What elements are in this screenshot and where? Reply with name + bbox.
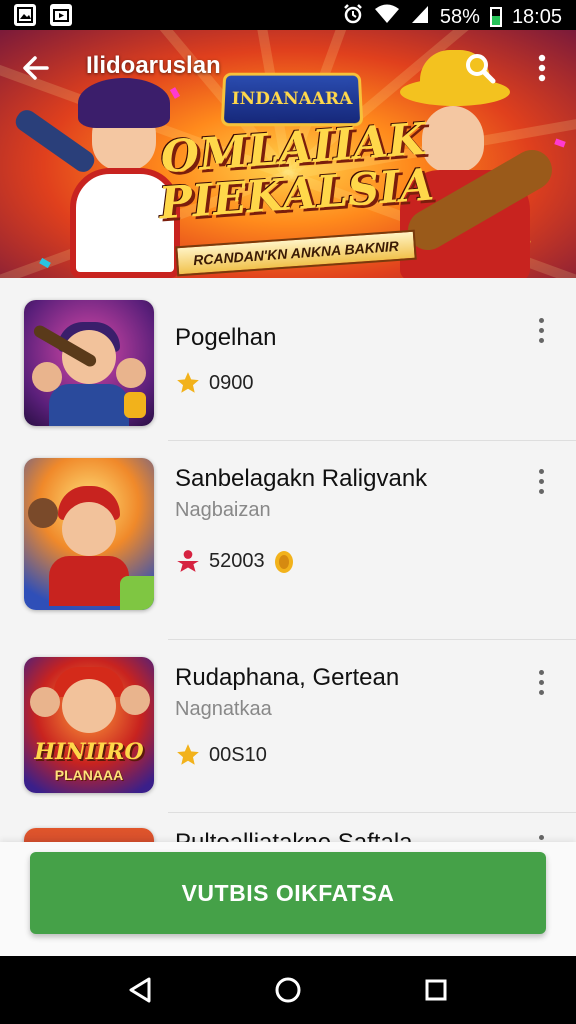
circle-home-icon xyxy=(274,976,302,1004)
banner-ribbon: RCANDAN'KN ANKNA BAKNIR xyxy=(175,230,417,277)
system-nav-bar xyxy=(0,956,576,1024)
status-bar: 58% 18:05 xyxy=(0,0,576,30)
arrow-left-icon xyxy=(21,53,51,83)
more-vertical-icon xyxy=(539,670,544,675)
item-title: Pultoalliatakne Saftala xyxy=(175,829,413,842)
battery-icon xyxy=(490,7,502,27)
thumbnail-caption-sub: PLANAAA xyxy=(34,767,144,783)
person-icon xyxy=(175,548,201,574)
more-vertical-icon xyxy=(539,318,544,323)
clock: 18:05 xyxy=(512,6,562,29)
item-menu-button[interactable] xyxy=(526,662,556,702)
item-count: 0900 xyxy=(209,372,254,395)
more-vertical-icon xyxy=(539,469,544,474)
triangle-back-icon xyxy=(127,976,153,1004)
item-count: 00S10 xyxy=(209,744,267,767)
item-menu-button[interactable] xyxy=(526,827,556,842)
battery-level xyxy=(492,16,500,25)
wifi-icon xyxy=(374,4,400,30)
item-count: 52003 xyxy=(209,550,265,573)
item-title: Pogelhan xyxy=(175,324,276,352)
item-subtitle: Nagnatkaa xyxy=(175,698,272,721)
game-thumbnail xyxy=(24,300,154,426)
nav-recents-button[interactable] xyxy=(416,970,456,1010)
nav-home-button[interactable] xyxy=(268,970,308,1010)
primary-action-button[interactable]: VUTBIS OIKFATSA xyxy=(30,852,546,934)
list-item[interactable]: Pogelhan 0900 xyxy=(0,278,576,440)
item-meta: 52003 xyxy=(175,547,295,575)
banner-headline: OMLAIIAK PIEKALSIA xyxy=(147,116,443,228)
overflow-menu-button[interactable] xyxy=(524,48,560,88)
search-button[interactable] xyxy=(460,48,500,88)
item-title: Rudaphana, Gertean xyxy=(175,664,399,692)
back-button[interactable] xyxy=(16,48,56,88)
item-meta: 00S10 xyxy=(175,742,267,768)
medal-icon xyxy=(273,547,295,575)
bottom-action-panel: VUTBIS OIKFATSA xyxy=(0,842,576,956)
item-menu-button[interactable] xyxy=(526,310,556,350)
square-recents-icon xyxy=(424,978,448,1002)
play-store-icon xyxy=(50,4,72,26)
star-icon xyxy=(175,742,201,768)
more-vertical-icon xyxy=(539,835,544,840)
item-subtitle: Nagbaizan xyxy=(175,499,271,522)
signal-icon xyxy=(410,4,430,30)
list-item[interactable]: Sanbelagakn Raligvank Nagbaizan 52003 xyxy=(0,441,576,639)
battery-text: 58% xyxy=(440,6,480,29)
search-icon xyxy=(464,52,496,84)
star-icon xyxy=(175,370,201,396)
alarm-icon xyxy=(342,3,364,31)
page-title: Ilidoaruslan xyxy=(86,52,221,80)
list-item[interactable]: Pultoalliatakne Saftala xyxy=(0,813,576,842)
item-meta: 0900 xyxy=(175,370,254,396)
list-item[interactable]: HINIIRO PLANAAA Rudaphana, Gertean Nagna… xyxy=(0,640,576,812)
item-title: Sanbelagakn Raligvank xyxy=(175,465,427,493)
app-bar: Ilidoaruslan xyxy=(0,30,576,102)
game-thumbnail xyxy=(24,828,154,842)
game-list: Pogelhan 0900 Sanbelagakn Raligvank Nagb… xyxy=(0,278,576,842)
nav-back-button[interactable] xyxy=(120,970,160,1010)
item-menu-button[interactable] xyxy=(526,461,556,501)
game-thumbnail xyxy=(24,458,154,610)
image-icon xyxy=(14,4,36,26)
hero-banner: INDANAARA OMLAIIAK PIEKALSIA RCANDAN'KN … xyxy=(0,30,576,278)
game-thumbnail: HINIIRO PLANAAA xyxy=(24,657,154,793)
thumbnail-caption: HINIIRO xyxy=(30,739,148,765)
more-vertical-icon xyxy=(537,53,547,83)
